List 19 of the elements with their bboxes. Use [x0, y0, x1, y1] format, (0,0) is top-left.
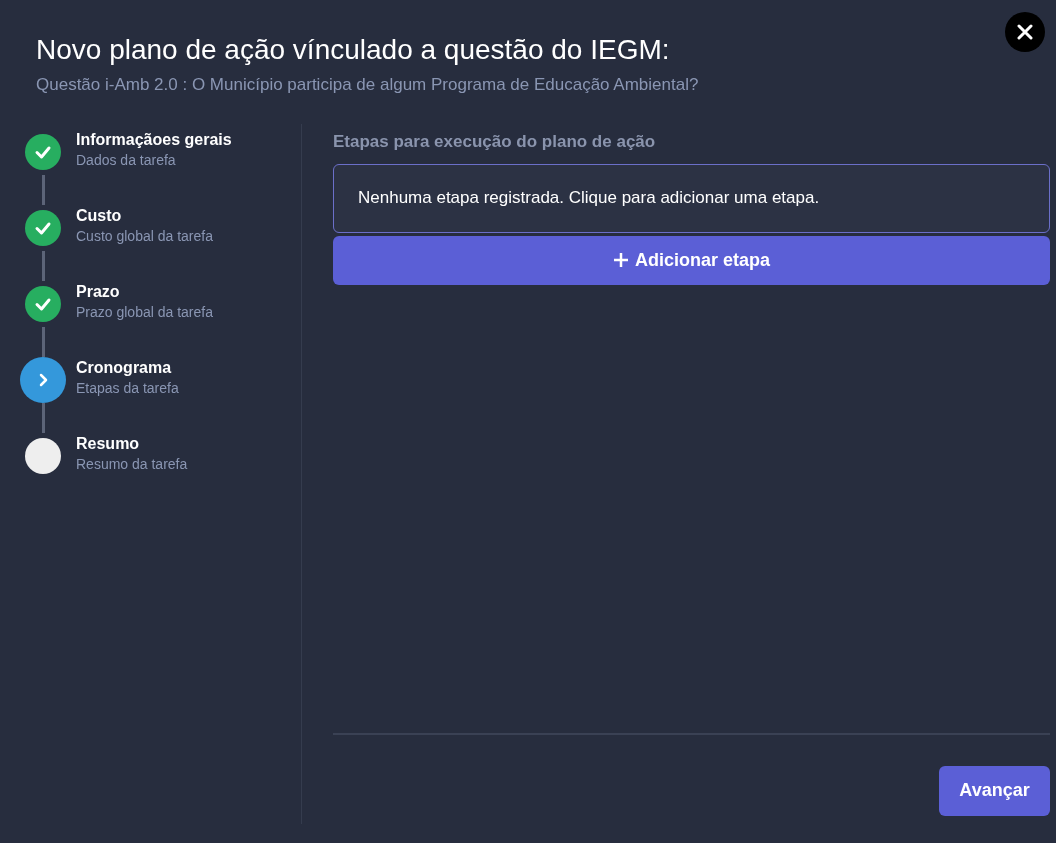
- dialog-title: Novo plano de ação vínculado a questão do IEGM:: [36, 33, 671, 67]
- step-description: Resumo da tarefa: [76, 454, 188, 473]
- step-title: Informaçãoes gerais: [76, 129, 232, 150]
- plus-icon: [612, 252, 629, 268]
- step-title: Resumo: [76, 433, 141, 454]
- step-title: Custo: [76, 205, 123, 226]
- step-description: Custo global da tarefa: [76, 226, 213, 245]
- close-icon: [1017, 24, 1033, 40]
- add-step-button[interactable]: Adicionar etapa: [333, 235, 1050, 285]
- step-description: Etapas da tarefa: [76, 378, 179, 397]
- step-title: Cronograma: [76, 357, 173, 378]
- step-description: Prazo global da tarefa: [76, 302, 213, 321]
- dialog-subtitle: Questão i-Amb 2.0 : O Município participa de algum Programa de Educação Ambiental?: [36, 74, 700, 96]
- step-title: Prazo: [76, 281, 121, 302]
- step-description: Dados da tarefa: [76, 150, 177, 169]
- close-button[interactable]: [1005, 12, 1045, 52]
- next-button[interactable]: Avançar: [939, 765, 1050, 816]
- empty-message[interactable]: Nenhuma etapa registrada. Clique para adicionar uma etapa.: [333, 163, 1050, 233]
- section-heading: Etapas para execução do plano de ação: [333, 130, 657, 153]
